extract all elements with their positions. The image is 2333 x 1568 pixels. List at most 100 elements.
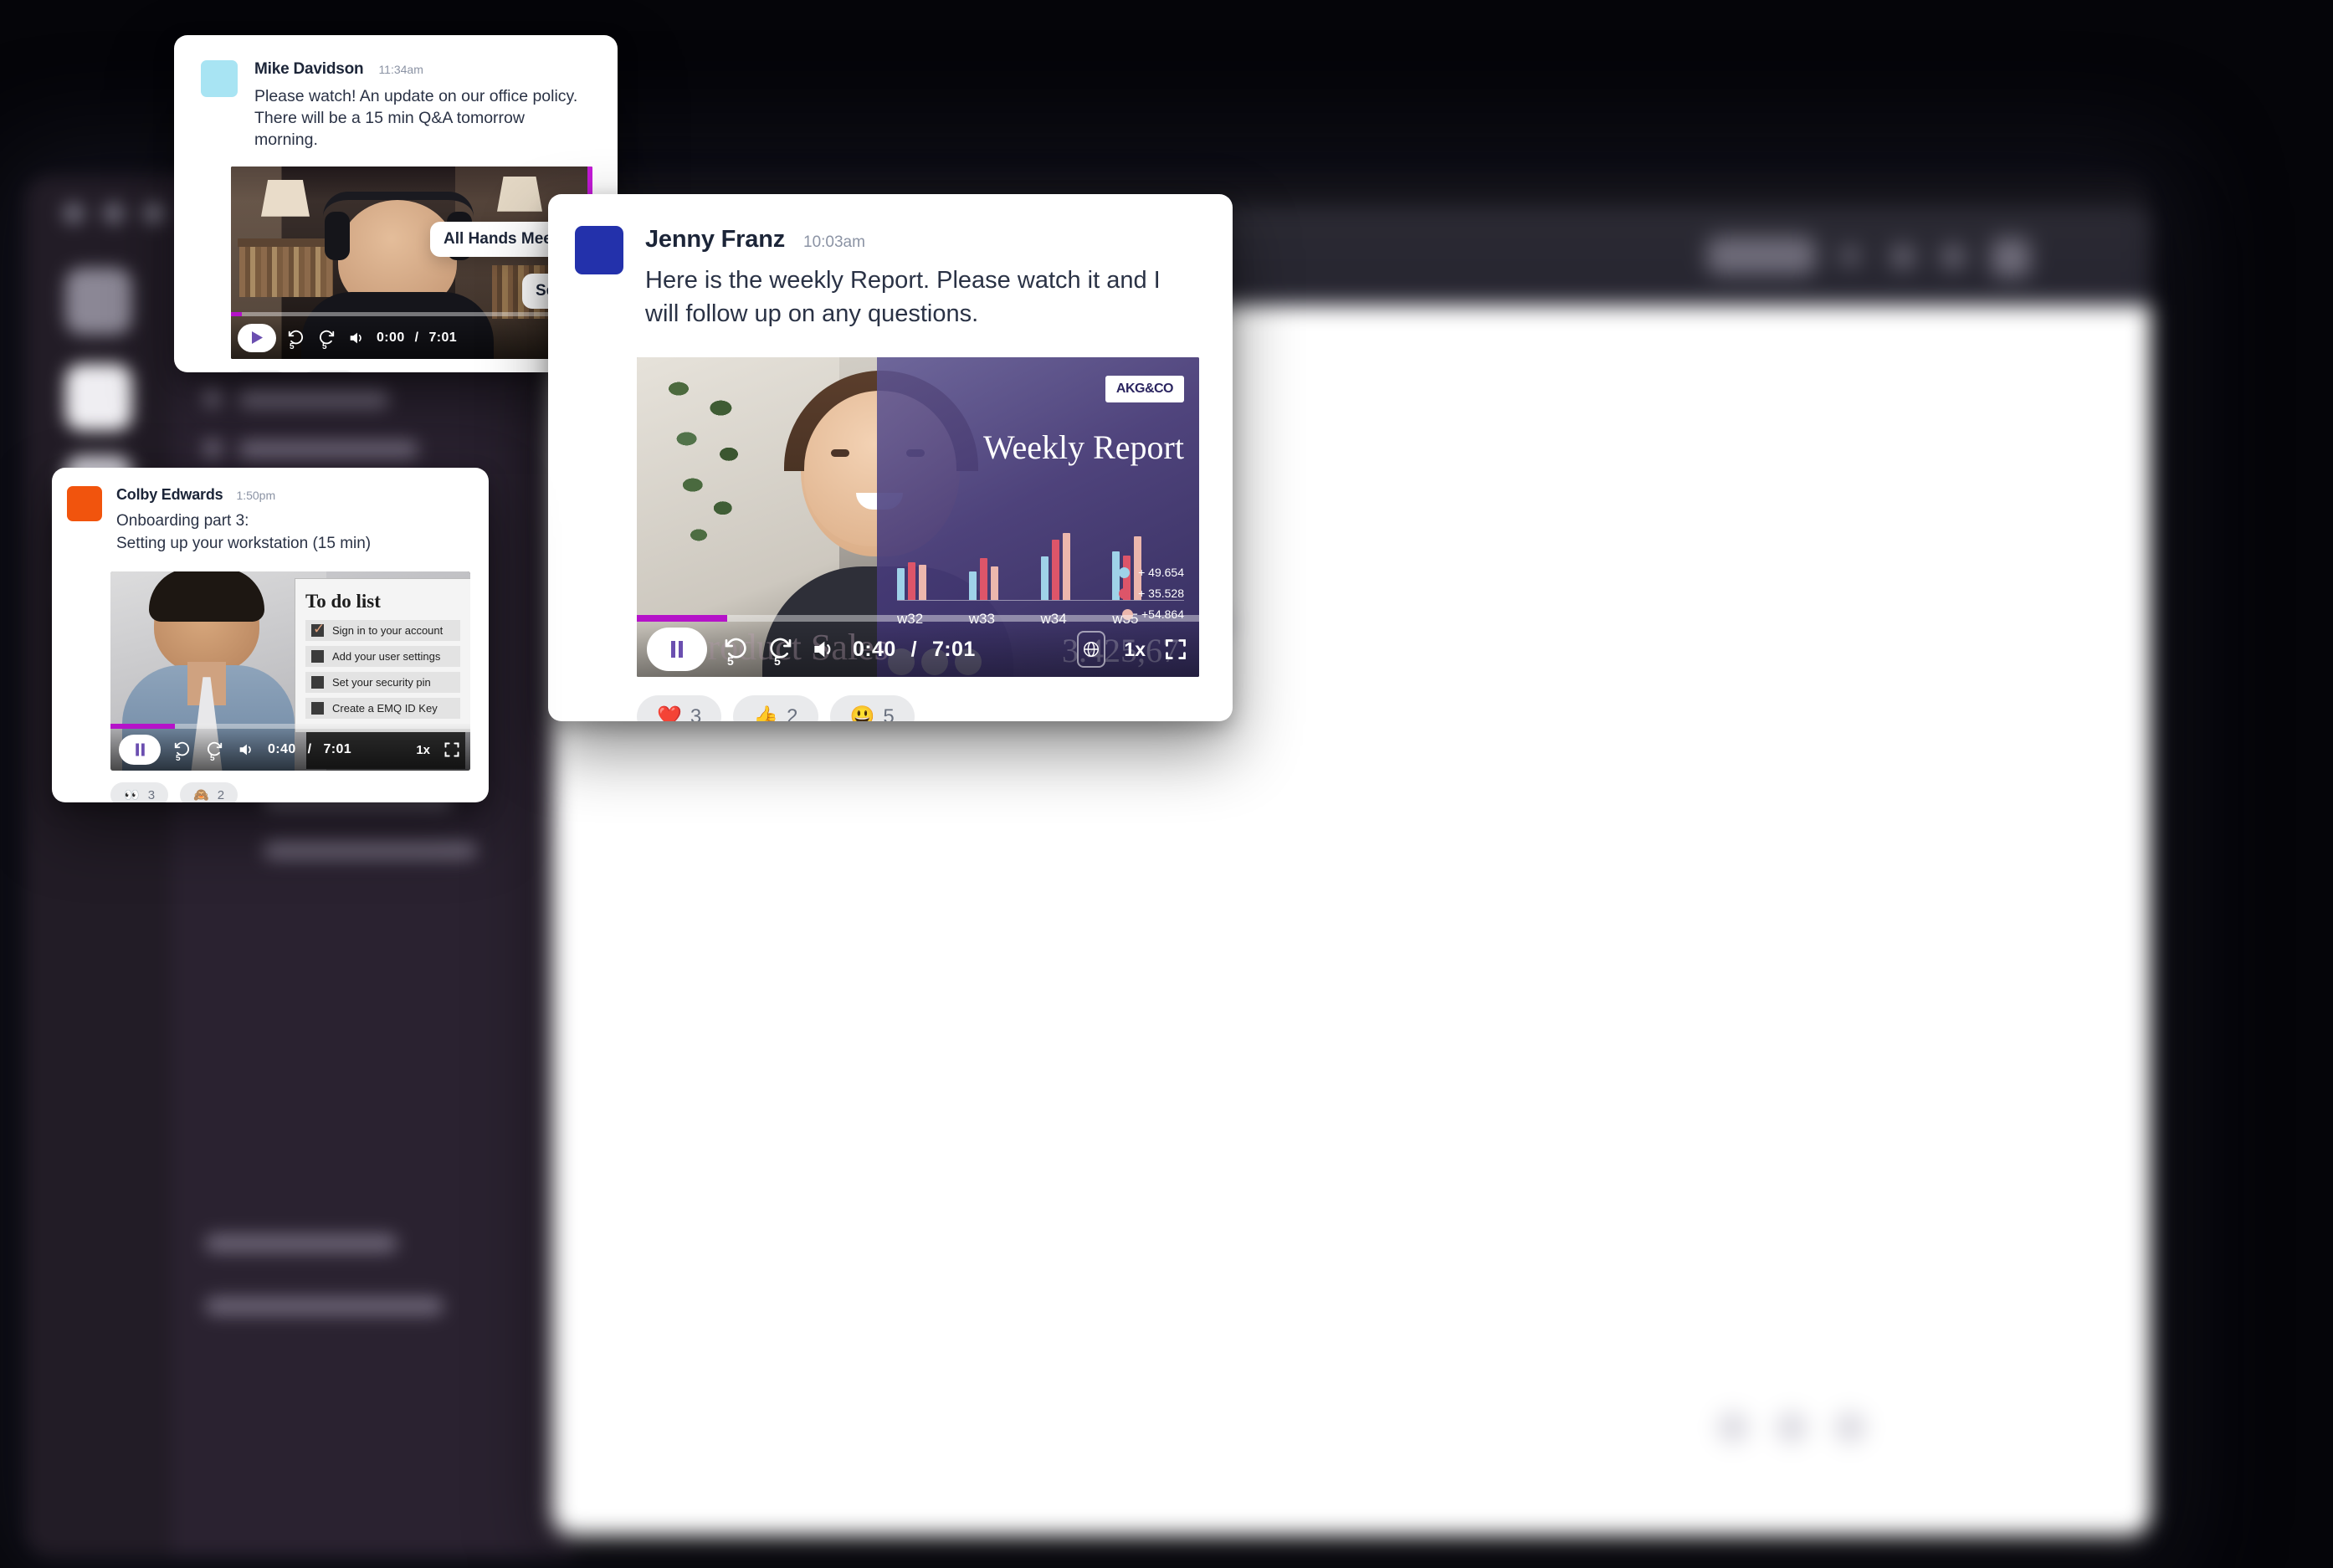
chart-bar — [908, 562, 915, 601]
time-separator: / — [910, 637, 917, 661]
thumbs-up-reaction[interactable]: 👍 2 — [733, 695, 818, 721]
topbar-avatar — [1992, 238, 2030, 277]
checkbox-icon[interactable] — [311, 650, 324, 664]
video-player-mike[interactable]: All Hands Meeting Sep — [231, 166, 592, 359]
eyes-reaction[interactable]: 👀 3 — [110, 782, 169, 802]
thumbs-up-reaction[interactable]: 👍 2 — [300, 370, 359, 372]
grinning-face-icon: 😃 — [849, 705, 875, 721]
author-name: Jenny Franz — [645, 226, 786, 253]
video-player-colby[interactable]: To do list ✓ Sign in to your account Add y… — [110, 571, 470, 771]
chart-bar — [990, 566, 998, 601]
chart-bar — [1051, 540, 1059, 601]
reaction-count: 2 — [217, 787, 225, 802]
checkbox-checked-icon[interactable]: ✓ — [311, 622, 325, 638]
see-no-evil-reaction[interactable]: 🙈 2 — [180, 782, 238, 802]
volume-button[interactable] — [346, 328, 367, 348]
message-line: There will be a 15 min Q&A tomorrow morn… — [254, 108, 525, 149]
video-controls-bar[interactable]: 5 5 0:40 / 7:01 1x — [110, 724, 470, 771]
window-traffic-lights — [63, 202, 165, 224]
pause-button[interactable] — [119, 735, 161, 766]
todo-item-label: Sign in to your account — [332, 624, 444, 638]
fullscreen-icon[interactable] — [444, 741, 460, 758]
legend-label: + 49.654 — [1138, 566, 1184, 580]
video-player-jenny[interactable]: AKG&CO Weekly Report w32w33w34w35 + 49.6… — [637, 357, 1199, 678]
globe-icon[interactable] — [1077, 631, 1106, 669]
forward-seconds-label: 5 — [210, 754, 215, 764]
weekly-report-title: Weekly Report — [982, 428, 1184, 467]
volume-button[interactable] — [809, 635, 838, 664]
minimize-dot — [103, 202, 125, 224]
author-name: Colby Edwards — [116, 486, 223, 503]
message-line: will follow up on any questions. — [645, 300, 979, 328]
time-separator: / — [414, 330, 419, 345]
forward-5-button[interactable]: 5 — [204, 740, 224, 764]
play-button[interactable] — [238, 323, 276, 352]
sidebar-item-1 — [238, 390, 389, 408]
message-line: Setting up your workstation (15 min) — [116, 534, 372, 552]
forward-5-button[interactable]: 5 — [316, 328, 336, 351]
heart-reaction[interactable]: ❤️ 3 — [637, 695, 722, 721]
todo-item[interactable]: Set your security pin — [305, 672, 460, 694]
video-controls-bar[interactable]: 5 5 0:00 / 7:01 — [231, 311, 592, 359]
play-icon — [251, 331, 263, 345]
heart-reaction[interactable]: ❤️ 3 — [231, 370, 290, 372]
todo-item[interactable]: Create a EMQ ID Key — [305, 698, 460, 720]
todo-item-label: Create a EMQ ID Key — [332, 702, 438, 715]
sidebar-child-4 — [264, 841, 477, 859]
duration: 7:01 — [428, 330, 458, 345]
chart-bar — [968, 571, 977, 601]
chart-bar-group — [897, 516, 969, 601]
duration: 7:01 — [323, 742, 352, 757]
volume-icon — [350, 332, 361, 344]
rewind-seconds-label: 5 — [290, 341, 295, 351]
topbar-icon-1 — [1841, 247, 1859, 265]
todo-item-label: Add your user settings — [332, 650, 441, 664]
todo-item[interactable]: ✓ Sign in to your account — [305, 620, 460, 642]
eyes-icon: 👀 — [124, 788, 140, 802]
speed-button[interactable]: 1x — [416, 743, 430, 757]
footer-dot-2 — [1776, 1412, 1807, 1443]
rewind-5-button[interactable]: 5 — [722, 635, 751, 668]
rewind-5-button[interactable]: 5 — [286, 328, 306, 351]
volume-icon — [814, 641, 831, 658]
reaction-count: 5 — [883, 705, 895, 721]
volume-button[interactable] — [236, 740, 256, 760]
todo-item[interactable]: Add your user settings — [305, 646, 460, 668]
message-card-jenny-franz[interactable]: Jenny Franz 10:03am Here is the weekly R… — [548, 194, 1233, 721]
grinning-reaction[interactable]: 😃 5 — [829, 695, 915, 721]
progress-bar[interactable] — [637, 615, 1199, 623]
zoom-dot — [143, 202, 165, 224]
sidebar-item-2 — [238, 440, 418, 459]
author-name: Mike Davidson — [254, 60, 364, 78]
reactions-jenny: ❤️ 3 👍 2 😃 5 — [637, 695, 1233, 721]
chart-bar — [919, 565, 926, 601]
forward-5-button[interactable]: 5 — [766, 635, 794, 668]
chart-bar — [1040, 556, 1049, 601]
pause-icon — [135, 743, 145, 756]
heart-icon: ❤️ — [657, 705, 682, 721]
checkbox-icon[interactable] — [311, 702, 324, 715]
chart-bar — [979, 558, 987, 601]
forward-seconds-label: 5 — [322, 341, 327, 351]
progress-bar[interactable] — [231, 311, 592, 316]
pause-button[interactable] — [647, 628, 707, 672]
fullscreen-icon[interactable] — [1164, 638, 1187, 661]
sidebar-footer-2 — [205, 1297, 444, 1315]
message-line: Please watch! An update on our office po… — [254, 87, 578, 105]
current-time: 0:00 — [377, 330, 405, 345]
chart-bar-group — [968, 516, 1041, 601]
chart-legend-item: + 35.528 — [1119, 587, 1184, 600]
video-controls-bar[interactable]: 5 5 0:40 / 7:01 1x — [637, 615, 1199, 678]
rewind-5-button[interactable]: 5 — [172, 740, 192, 763]
checkbox-icon[interactable] — [311, 676, 324, 689]
message-time: 1:50pm — [236, 489, 276, 502]
legend-label: + 35.528 — [1138, 587, 1184, 601]
current-time: 0:40 — [268, 742, 296, 757]
workspace-sidebar — [172, 176, 573, 1556]
topbar-search — [1707, 237, 1816, 274]
message-card-colby-edwards[interactable]: Colby Edwards 1:50pm Onboarding part 3: … — [52, 468, 489, 802]
todo-list-overlay: To do list ✓ Sign in to your account Add y… — [295, 578, 470, 733]
topbar-icon-3 — [1941, 245, 1965, 269]
speed-button[interactable]: 1x — [1124, 638, 1146, 661]
reaction-count: 3 — [690, 705, 702, 721]
